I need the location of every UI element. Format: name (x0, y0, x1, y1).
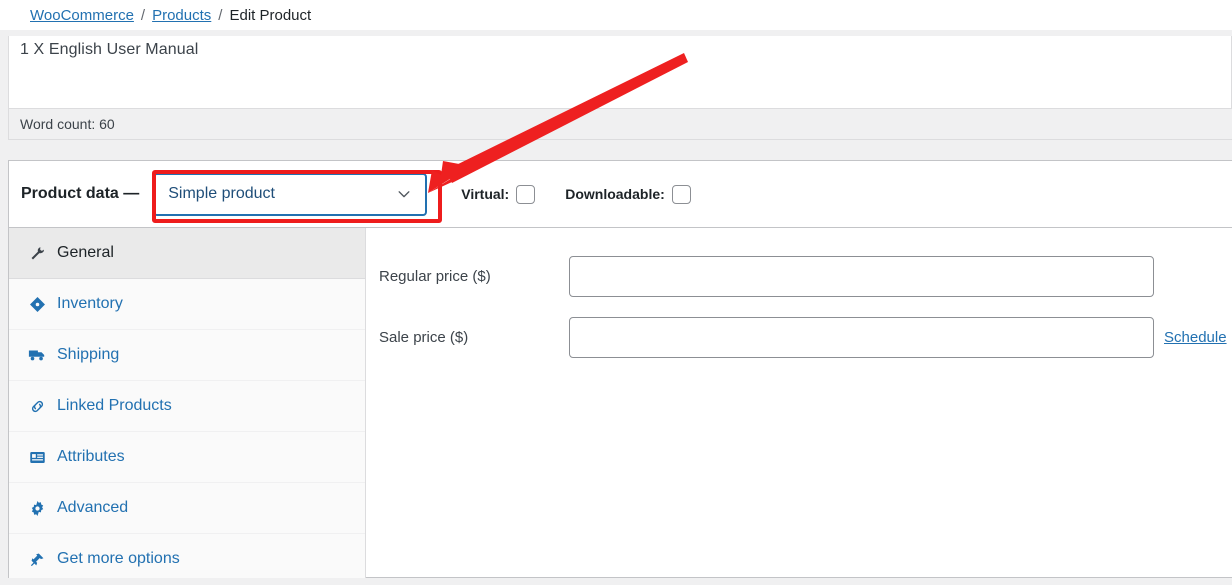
product-data-metabox: Product data — Simple product Virtual: D… (8, 160, 1232, 585)
breadcrumb-current-edit-product: Edit Product (229, 6, 312, 24)
virtual-checkbox[interactable] (516, 184, 536, 204)
plug-icon (28, 550, 46, 568)
wrench-icon (28, 244, 46, 262)
downloadable-checkbox[interactable] (671, 184, 691, 204)
virtual-label: Virtual: (461, 186, 510, 202)
breadcrumb-link-woocommerce[interactable]: WooCommerce (30, 7, 134, 24)
general-options-panel: Regular price ($) Sale price ($) Schedul… (366, 228, 1232, 578)
tab-get-more-options[interactable]: Get more options (9, 534, 365, 585)
editor-content-line: 1 X English User Manual (20, 41, 199, 58)
product-type-checkboxes: Virtual: Downloadable: (461, 184, 691, 204)
tab-advanced-label: Advanced (57, 499, 129, 516)
tab-inventory[interactable]: Inventory (9, 279, 365, 330)
product-data-tabs: General Inventory Shipping Linked Produc… (9, 228, 366, 585)
tab-inventory-label: Inventory (57, 295, 123, 312)
product-type-select[interactable]: Simple product (153, 172, 428, 216)
downloadable-checkbox-row[interactable]: Downloadable: (565, 184, 691, 204)
regular-price-row: Regular price ($) (366, 254, 1232, 298)
tab-advanced[interactable]: Advanced (9, 483, 365, 534)
tab-general-label: General (57, 244, 114, 261)
tab-attributes[interactable]: Attributes (9, 432, 365, 483)
sale-price-label: Sale price ($) (379, 328, 469, 346)
product-description-editor[interactable]: 1 X English User Manual (8, 36, 1232, 108)
gear-icon (28, 499, 46, 517)
tab-get-more-options-label: Get more options (57, 550, 180, 567)
tag-icon (28, 295, 46, 313)
regular-price-input[interactable] (569, 255, 1154, 297)
chevron-down-icon (397, 187, 411, 201)
list-card-icon (28, 448, 46, 466)
product-type-select-value: Simple product (168, 185, 275, 202)
virtual-checkbox-row[interactable]: Virtual: (461, 184, 536, 204)
sale-price-row: Sale price ($) Schedule (366, 315, 1232, 359)
regular-price-label: Regular price ($) (379, 267, 491, 285)
downloadable-label: Downloadable: (565, 186, 665, 202)
tab-linked-products[interactable]: Linked Products (9, 381, 365, 432)
tab-general[interactable]: General (9, 228, 365, 279)
sale-price-input[interactable] (569, 316, 1154, 358)
product-data-header: Product data — Simple product Virtual: D… (9, 161, 1232, 228)
link-icon (28, 397, 46, 415)
breadcrumb-link-products[interactable]: Products (152, 7, 211, 24)
breadcrumb-separator-2: / (218, 6, 223, 24)
tab-shipping-label: Shipping (57, 346, 120, 363)
breadcrumb: WooCommerce / Products / Edit Product (0, 0, 1232, 30)
truck-icon (28, 346, 46, 364)
tab-linked-products-label: Linked Products (57, 397, 172, 414)
product-data-body: General Inventory Shipping Linked Produc… (9, 228, 1232, 585)
tab-attributes-label: Attributes (57, 448, 125, 465)
product-data-title: Product data — (21, 185, 140, 202)
word-count-label: Word count: 60 (20, 116, 115, 132)
schedule-sale-link[interactable]: Schedule (1164, 329, 1227, 346)
tab-shipping[interactable]: Shipping (9, 330, 365, 381)
editor-word-count-bar: Word count: 60 (8, 108, 1232, 140)
breadcrumb-separator-1: / (140, 6, 146, 24)
